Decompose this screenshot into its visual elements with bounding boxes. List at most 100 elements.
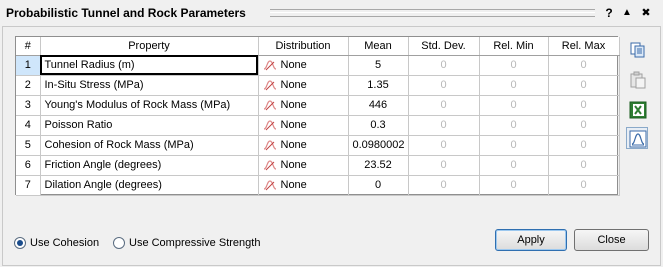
rel-max-cell: 0 xyxy=(548,75,620,96)
excel-export-button[interactable] xyxy=(626,98,648,120)
property-cell[interactable]: Friction Angle (degrees) xyxy=(40,155,259,176)
distribution-cell[interactable]: None xyxy=(258,75,349,96)
excel-export-icon xyxy=(629,101,647,119)
distribution-curve-icon xyxy=(263,140,276,151)
copy-button[interactable] xyxy=(626,38,648,60)
mean-cell[interactable]: 0 xyxy=(348,175,409,196)
std-dev-cell: 0 xyxy=(408,55,480,76)
paste-button[interactable] xyxy=(626,68,648,90)
distribution-value: None xyxy=(280,118,307,131)
column-header-std-dev[interactable]: Std. Dev. xyxy=(408,37,480,56)
std-dev-cell: 0 xyxy=(408,155,480,176)
distribution-curve-icon xyxy=(263,160,276,171)
table-row[interactable]: 5 Cohesion of Rock Mass (MPa) None 0.098000… xyxy=(16,135,620,156)
distribution-curve-icon xyxy=(263,120,276,131)
property-cell[interactable]: Young's Modulus of Rock Mass (MPa) xyxy=(40,95,259,116)
column-header-rel-max[interactable]: Rel. Max xyxy=(548,37,620,56)
close-button[interactable]: Close xyxy=(574,229,649,251)
rel-min-cell: 0 xyxy=(479,175,549,196)
row-number-cell[interactable]: 1 xyxy=(16,55,41,76)
rel-max-cell: 0 xyxy=(548,175,620,196)
distribution-cell[interactable]: None xyxy=(258,175,349,196)
parameters-table: # Property Distribution Mean Std. Dev. R… xyxy=(16,37,620,196)
row-number-cell[interactable]: 4 xyxy=(16,115,41,136)
rel-max-cell: 0 xyxy=(548,95,620,116)
rel-max-cell: 0 xyxy=(548,55,620,76)
table-row[interactable]: 2 In-Situ Stress (MPa) None 1.35 0 0 0 xyxy=(16,75,620,96)
distribution-value: None xyxy=(280,158,307,171)
mean-cell[interactable]: 5 xyxy=(348,55,409,76)
use-cohesion-label: Use Cohesion xyxy=(30,237,100,249)
column-header-rel-min[interactable]: Rel. Min xyxy=(479,37,549,56)
distribution-value: None xyxy=(280,58,307,71)
rel-min-cell: 0 xyxy=(479,75,549,96)
use-compressive-strength-option[interactable]: Use Compressive Strength xyxy=(113,236,260,250)
rel-min-cell: 0 xyxy=(479,155,549,176)
row-number-cell[interactable]: 6 xyxy=(16,155,41,176)
distribution-curve-icon xyxy=(263,180,276,191)
std-dev-cell: 0 xyxy=(408,115,480,136)
property-cell[interactable]: Tunnel Radius (m) xyxy=(40,55,259,76)
table-row[interactable]: 6 Friction Angle (degrees) None 23.52 0 0 0 xyxy=(16,155,620,176)
title-bar-grip[interactable] xyxy=(270,9,595,17)
distribution-cell[interactable]: None xyxy=(258,55,349,76)
help-button[interactable]: ? xyxy=(602,5,616,21)
use-cohesion-radio[interactable] xyxy=(14,237,26,249)
distribution-cell[interactable]: None xyxy=(258,135,349,156)
std-dev-cell: 0 xyxy=(408,135,480,156)
distribution-cell[interactable]: None xyxy=(258,115,349,136)
mean-cell[interactable]: 0.3 xyxy=(348,115,409,136)
use-cohesion-option[interactable]: Use Cohesion xyxy=(14,236,99,250)
mean-cell[interactable]: 0.0980002 xyxy=(348,135,409,156)
std-dev-cell: 0 xyxy=(408,75,480,96)
table-header-row: # Property Distribution Mean Std. Dev. R… xyxy=(16,37,620,56)
table-row[interactable]: 7 Dilation Angle (degrees) None 0 0 0 0 xyxy=(16,175,620,196)
distribution-value: None xyxy=(280,98,307,111)
mean-cell[interactable]: 23.52 xyxy=(348,155,409,176)
row-number-cell[interactable]: 7 xyxy=(16,175,41,196)
distribution-chart-icon xyxy=(629,130,647,148)
row-number-cell[interactable]: 3 xyxy=(16,95,41,116)
rel-max-cell: 0 xyxy=(548,115,620,136)
distribution-curve-icon xyxy=(263,100,276,111)
column-header-mean[interactable]: Mean xyxy=(348,37,409,56)
std-dev-cell: 0 xyxy=(408,95,480,116)
rel-max-cell: 0 xyxy=(548,155,620,176)
window-title: Probabilistic Tunnel and Rock Parameters xyxy=(6,6,246,20)
rel-min-cell: 0 xyxy=(479,115,549,136)
use-compressive-strength-radio[interactable] xyxy=(113,237,125,249)
copy-icon xyxy=(630,42,645,58)
row-number-cell[interactable]: 5 xyxy=(16,135,41,156)
rel-max-cell: 0 xyxy=(548,135,620,156)
title-bar: Probabilistic Tunnel and Rock Parameters… xyxy=(0,0,663,26)
parameters-grid: # Property Distribution Mean Std. Dev. R… xyxy=(15,36,620,196)
distribution-value: None xyxy=(280,178,307,191)
row-number-cell[interactable]: 2 xyxy=(16,75,41,96)
mean-cell[interactable]: 1.35 xyxy=(348,75,409,96)
mean-cell[interactable]: 446 xyxy=(348,95,409,116)
paste-icon xyxy=(630,71,646,89)
property-cell[interactable]: Dilation Angle (degrees) xyxy=(40,175,259,196)
property-cell[interactable]: In-Situ Stress (MPa) xyxy=(40,75,259,96)
std-dev-cell: 0 xyxy=(408,175,480,196)
property-cell[interactable]: Cohesion of Rock Mass (MPa) xyxy=(40,135,259,156)
distribution-curve-icon xyxy=(263,60,276,71)
rel-min-cell: 0 xyxy=(479,95,549,116)
table-row[interactable]: 3 Young's Modulus of Rock Mass (MPa) None 4… xyxy=(16,95,620,116)
column-header-property[interactable]: Property xyxy=(40,37,259,56)
distribution-cell[interactable]: None xyxy=(258,95,349,116)
column-header-distribution[interactable]: Distribution xyxy=(258,37,349,56)
collapse-button[interactable]: ▲ xyxy=(620,5,634,21)
close-window-button[interactable]: ✖ xyxy=(639,5,653,21)
distribution-value: None xyxy=(280,78,307,91)
distribution-value: None xyxy=(280,138,307,151)
column-header-number[interactable]: # xyxy=(16,37,41,56)
apply-button[interactable]: Apply xyxy=(495,229,567,251)
property-cell[interactable]: Poisson Ratio xyxy=(40,115,259,136)
rel-min-cell: 0 xyxy=(479,55,549,76)
rel-min-cell: 0 xyxy=(479,135,549,156)
table-row[interactable]: 4 Poisson Ratio None 0.3 0 0 0 xyxy=(16,115,620,136)
distribution-cell[interactable]: None xyxy=(258,155,349,176)
table-row[interactable]: 1 Tunnel Radius (m) None 5 0 0 0 xyxy=(16,55,620,76)
distribution-chart-button[interactable] xyxy=(626,127,648,149)
